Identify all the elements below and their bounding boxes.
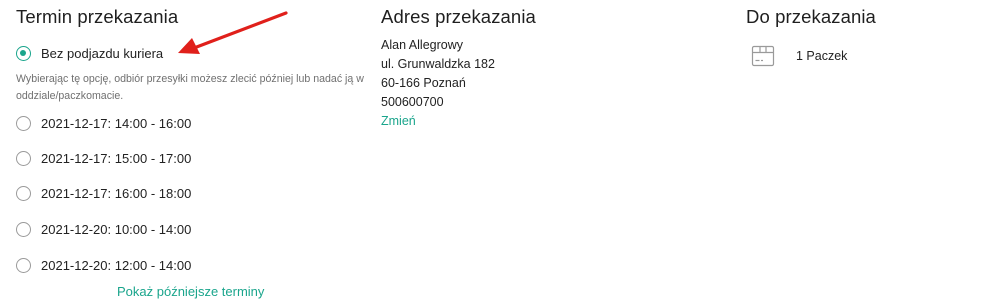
slot-label: 2021-12-20: 10:00 - 14:00 (41, 221, 192, 237)
package-box-icon (751, 45, 775, 67)
to-hand-over-title: Do przekazania (746, 6, 876, 27)
radio-checked-icon[interactable] (16, 45, 31, 61)
address-city: 60-166 Poznań (381, 76, 466, 90)
no-pickup-option[interactable]: Bez podjazdu kuriera (16, 43, 163, 63)
slot-label: 2021-12-17: 16:00 - 18:00 (41, 185, 192, 201)
slot-option[interactable]: 2021-12-20: 10:00 - 14:00 (16, 219, 191, 239)
radio-icon[interactable] (16, 115, 31, 131)
annotation-arrow-icon (178, 11, 288, 54)
slot-option[interactable]: 2021-12-17: 16:00 - 18:00 (16, 183, 191, 203)
show-later-slots-link[interactable]: Pokaż późniejsze terminy (117, 284, 264, 299)
address-street: ul. Grunwaldzka 182 (381, 57, 495, 71)
radio-icon[interactable] (16, 221, 31, 237)
address-phone: 500600700 (381, 95, 444, 109)
slot-option[interactable]: 2021-12-17: 15:00 - 17:00 (16, 148, 191, 168)
radio-icon[interactable] (16, 150, 31, 166)
no-pickup-hint: Wybierając tę opcję, odbiór przesyłki mo… (16, 73, 364, 102)
change-address-link[interactable]: Zmień (381, 114, 416, 128)
radio-icon[interactable] (16, 185, 31, 201)
radio-icon[interactable] (16, 257, 31, 273)
address-block: Alan Allegrowy ul. Grunwaldzka 182 60-16… (381, 36, 495, 131)
slot-label: 2021-12-17: 14:00 - 16:00 (41, 115, 192, 131)
slot-label: 2021-12-17: 15:00 - 17:00 (41, 150, 192, 166)
slot-option[interactable]: 2021-12-20: 12:00 - 14:00 (16, 255, 191, 275)
no-pickup-label: Bez podjazdu kuriera (41, 45, 164, 61)
handover-address-title: Adres przekazania (381, 6, 536, 27)
address-name: Alan Allegrowy (381, 38, 463, 52)
slot-option[interactable]: 2021-12-17: 14:00 - 16:00 (16, 113, 191, 133)
handover-term-title: Termin przekazania (16, 6, 179, 27)
slot-label: 2021-12-20: 12:00 - 14:00 (41, 257, 192, 273)
package-count: 1 Paczek (796, 49, 848, 63)
